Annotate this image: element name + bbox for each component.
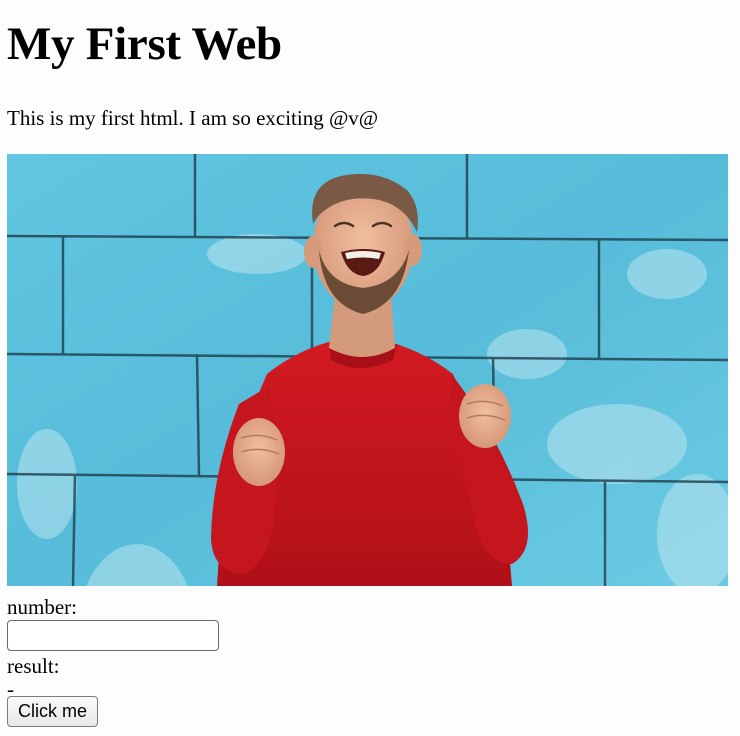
page-title: My First Web bbox=[7, 18, 282, 70]
page: My First Web This is my first html. I am… bbox=[0, 0, 740, 736]
click-me-button[interactable]: Click me bbox=[7, 696, 99, 727]
intro-text: This is my first html. I am so exciting … bbox=[7, 106, 379, 130]
result-label: result: bbox=[7, 654, 60, 678]
result-value: - bbox=[7, 677, 14, 701]
number-input[interactable] bbox=[7, 620, 219, 651]
number-label: number: bbox=[7, 595, 77, 619]
hero-image bbox=[7, 154, 728, 586]
